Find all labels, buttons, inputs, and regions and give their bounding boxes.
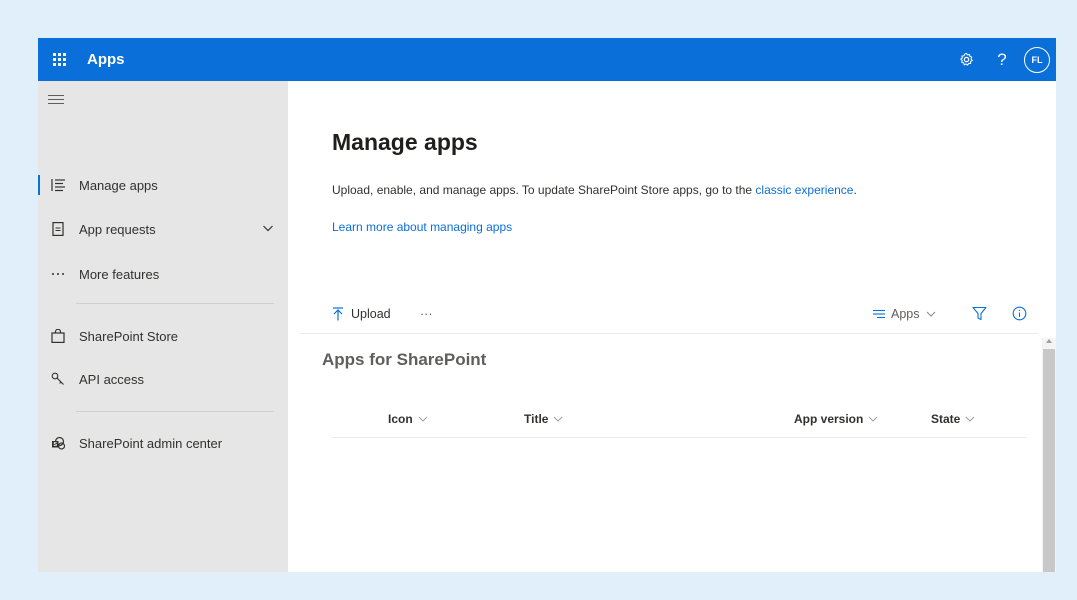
column-header-label: App version (794, 412, 864, 426)
table-header-divider (332, 437, 1027, 438)
nav-divider (76, 303, 274, 304)
chevron-down-icon (418, 416, 428, 422)
column-header-icon[interactable]: Icon (388, 412, 428, 426)
app-title[interactable]: Apps (87, 51, 125, 68)
top-bar-actions: ? FL (948, 38, 1050, 81)
upload-label: Upload (351, 307, 391, 321)
upload-icon (333, 307, 343, 321)
column-header-label: State (931, 412, 961, 426)
sidebar-item-label: API access (79, 371, 145, 387)
ellipsis-icon (50, 266, 66, 282)
sidebar-item-sharepoint-store[interactable]: SharePoint Store (38, 318, 288, 354)
app-launcher-button[interactable] (38, 38, 81, 81)
description-period: . (853, 183, 857, 197)
chevron-down-icon (926, 311, 935, 317)
avatar[interactable]: FL (1024, 46, 1050, 73)
sidebar-item-label: SharePoint Store (79, 328, 179, 344)
help-button[interactable]: ? (984, 38, 1020, 81)
learn-more-link[interactable]: Learn more about managing apps (332, 220, 512, 234)
chevron-down-icon (554, 416, 563, 422)
scroll-up-button[interactable] (1042, 336, 1056, 346)
filter-icon (972, 306, 987, 321)
left-navigation: Manage apps App requests More features S… (38, 81, 288, 572)
sidebar-item-label: More features (79, 266, 160, 282)
sidebar-item-manage-apps[interactable]: Manage apps (38, 167, 288, 203)
chevron-down-icon (965, 416, 975, 422)
upload-button[interactable]: Upload (332, 307, 391, 321)
view-options-icon (873, 309, 885, 319)
description-text: Upload, enable, and manage apps. To upda… (332, 183, 756, 197)
command-bar-divider (300, 333, 1038, 334)
column-header-app-version[interactable]: App version (794, 412, 878, 426)
waffle-icon (53, 53, 66, 66)
sidebar-item-label: SharePoint admin center (79, 435, 223, 451)
view-label: Apps (891, 307, 920, 321)
view-switcher-button[interactable]: Apps (872, 307, 936, 321)
command-bar: Upload ··· Apps (332, 303, 1038, 333)
chevron-down-icon[interactable] (262, 222, 274, 234)
sidebar-item-label: App requests (79, 221, 156, 237)
sharepoint-icon: S (50, 435, 66, 451)
hamburger-icon (48, 95, 64, 96)
chevron-down-icon (869, 416, 878, 422)
key-icon (50, 371, 66, 387)
sidebar-item-sharepoint-admin-center[interactable]: S SharePoint admin center (38, 425, 288, 461)
section-title: Apps for SharePoint (322, 350, 487, 369)
collapse-nav-button[interactable] (48, 95, 64, 107)
info-icon (1012, 306, 1027, 321)
active-indicator (38, 175, 40, 195)
sidebar-item-app-requests[interactable]: App requests (38, 211, 288, 247)
top-bar: Apps ? FL (38, 38, 1056, 81)
sidebar-item-label: Manage apps (79, 177, 158, 193)
gear-icon (959, 52, 973, 66)
settings-button[interactable] (948, 38, 984, 81)
column-header-label: Icon (388, 412, 413, 426)
filter-button[interactable] (972, 306, 987, 321)
info-button[interactable] (1012, 306, 1027, 321)
list-icon (50, 177, 66, 193)
scrollbar-thumb[interactable] (1043, 349, 1055, 572)
classic-experience-link[interactable]: classic experience (755, 183, 853, 197)
svg-text:S: S (53, 442, 57, 448)
shopping-bag-icon (50, 328, 66, 344)
sidebar-item-api-access[interactable]: API access (38, 361, 288, 397)
app-window: Apps ? FL Manage apps App requests More … (38, 38, 1056, 572)
page-title: Manage apps (332, 129, 478, 155)
nav-divider (76, 411, 274, 412)
column-header-label: Title (524, 412, 549, 426)
more-commands-button[interactable]: ··· (420, 307, 433, 321)
more-icon: ··· (420, 307, 433, 321)
column-header-title[interactable]: Title (524, 412, 563, 426)
document-icon (50, 221, 66, 237)
help-icon: ? (997, 49, 1007, 69)
sidebar-item-more-features[interactable]: More features (38, 256, 288, 292)
main-content: Manage apps Upload, enable, and manage a… (288, 81, 1056, 572)
column-header-state[interactable]: State (931, 412, 975, 426)
caret-up-icon (1046, 339, 1052, 343)
page-description: Upload, enable, and manage apps. To upda… (332, 183, 857, 197)
